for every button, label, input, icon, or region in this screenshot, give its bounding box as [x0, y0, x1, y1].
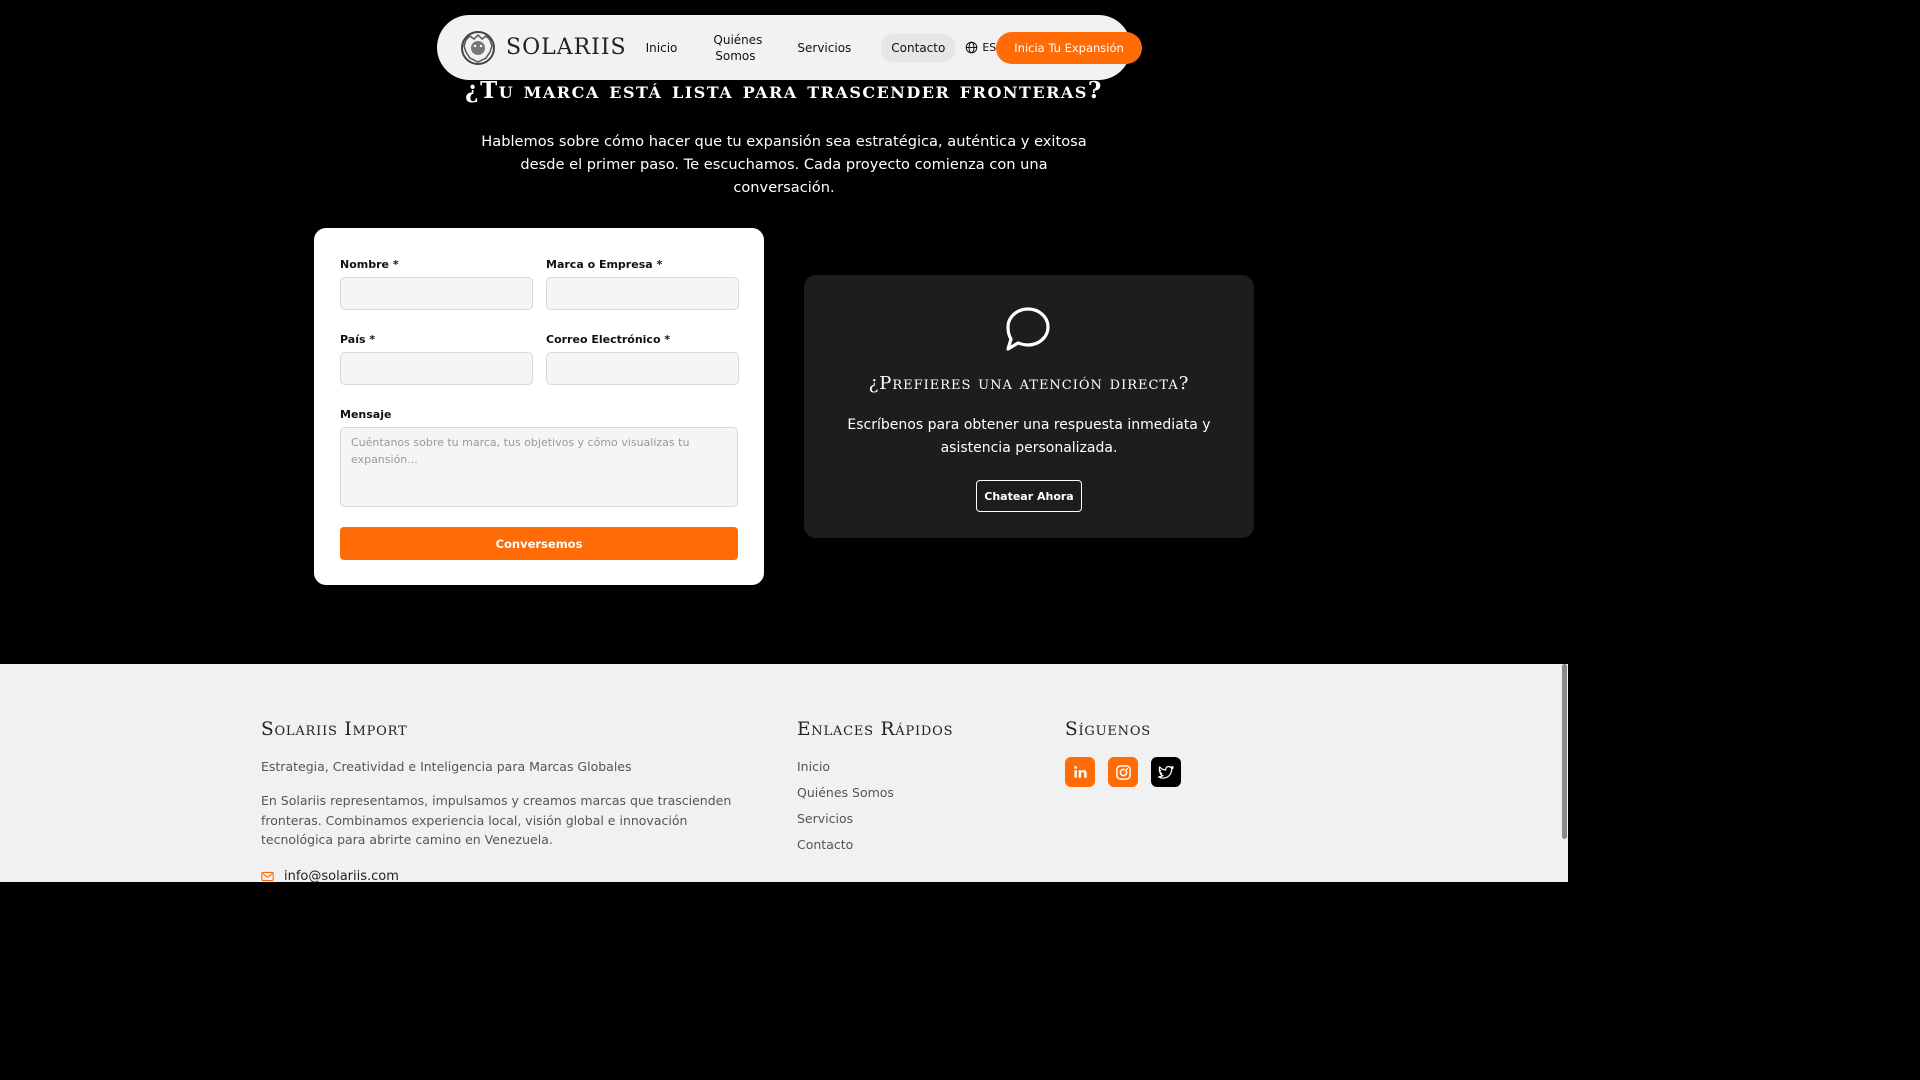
- logo-text: SOLARIIS: [506, 35, 627, 60]
- social-title: Síguenos: [1065, 719, 1151, 740]
- message-placeholder: Cuéntanos sobre tu marca, tus objetivos …: [351, 436, 690, 466]
- mail-icon: [261, 871, 274, 882]
- quick-links-title: Enlaces Rápidos: [797, 719, 954, 740]
- chat-title: ¿Prefieres una atención directa?: [868, 373, 1190, 394]
- logo[interactable]: SOLARIIS: [456, 30, 627, 66]
- name-label: Nombre *: [340, 258, 399, 271]
- brand-label: Marca o Empresa *: [546, 258, 663, 271]
- footer-description: En Solariis representamos, impulsamos y …: [261, 793, 732, 847]
- page-scrollbar[interactable]: [1560, 664, 1568, 882]
- scrollbar-thumb[interactable]: [1562, 664, 1567, 839]
- linkedin-button[interactable]: [1065, 757, 1095, 787]
- language-label: ES: [982, 41, 997, 54]
- lion-logo-icon: [461, 30, 495, 65]
- footer-link-contacto[interactable]: Contacto: [797, 837, 894, 863]
- footer-link-servicios[interactable]: Servicios: [797, 811, 894, 837]
- footer-link-quienes-somos[interactable]: Quiénes Somos: [797, 785, 894, 811]
- chat-description: Escríbenos para obtener una respuesta in…: [847, 417, 1211, 456]
- instagram-button[interactable]: [1108, 757, 1138, 787]
- page-title: ¿Tu marca está lista para trascender fro…: [465, 77, 1103, 104]
- footer-brand-title: Solariis Import: [261, 719, 408, 740]
- language-switcher[interactable]: ES: [965, 41, 996, 54]
- name-field[interactable]: [340, 277, 533, 310]
- submit-button[interactable]: Conversemos: [340, 527, 738, 560]
- nav-item-quienes-somos[interactable]: Quiénes Somos: [703, 26, 767, 70]
- email-label: Correo Electrónico *: [546, 333, 671, 346]
- nav-item-inicio[interactable]: Inicio: [636, 34, 688, 62]
- social-links: [1065, 757, 1181, 787]
- country-field[interactable]: [340, 352, 533, 385]
- top-navbar: SOLARIIS Inicio Quiénes Somos Servicios …: [437, 15, 1142, 80]
- globe-icon: [966, 41, 978, 54]
- quick-links: Inicio Quiénes Somos Servicios Contacto: [797, 759, 894, 863]
- nav-item-contacto[interactable]: Contacto: [881, 33, 956, 62]
- nav-item-servicios[interactable]: Servicios: [787, 34, 861, 62]
- message-textarea[interactable]: Cuéntanos sobre tu marca, tus objetivos …: [340, 427, 738, 507]
- chat-bubble-icon: [1006, 307, 1050, 351]
- brand-field[interactable]: [546, 277, 739, 310]
- linkedin-icon: [1073, 765, 1087, 778]
- start-expansion-button[interactable]: Inicia Tu Expansión: [996, 31, 1142, 64]
- chat-now-button[interactable]: Chatear Ahora: [976, 480, 1082, 512]
- footer-email-text: info@solariis.com: [284, 869, 399, 884]
- email-field[interactable]: [546, 352, 739, 385]
- nav-links: Inicio Quiénes Somos Servicios Contacto …: [636, 26, 997, 70]
- twitter-icon: [1157, 765, 1174, 779]
- country-label: País *: [340, 333, 376, 346]
- message-label: Mensaje: [340, 408, 392, 421]
- instagram-icon: [1115, 764, 1131, 780]
- footer: Solariis Import Estrategia, Creatividad …: [0, 664, 1568, 884]
- footer-tagline: Estrategia, Creatividad e Inteligencia p…: [261, 759, 632, 774]
- footer-email[interactable]: info@solariis.com: [261, 869, 399, 884]
- twitter-button[interactable]: [1151, 757, 1181, 787]
- footer-link-inicio[interactable]: Inicio: [797, 759, 894, 785]
- direct-chat-card: ¿Prefieres una atención directa? Escríbe…: [804, 275, 1254, 538]
- contact-form: Nombre * Marca o Empresa * País * Correo…: [314, 228, 764, 585]
- page-subtitle: Hablemos sobre cómo hacer que tu expansi…: [481, 133, 1087, 196]
